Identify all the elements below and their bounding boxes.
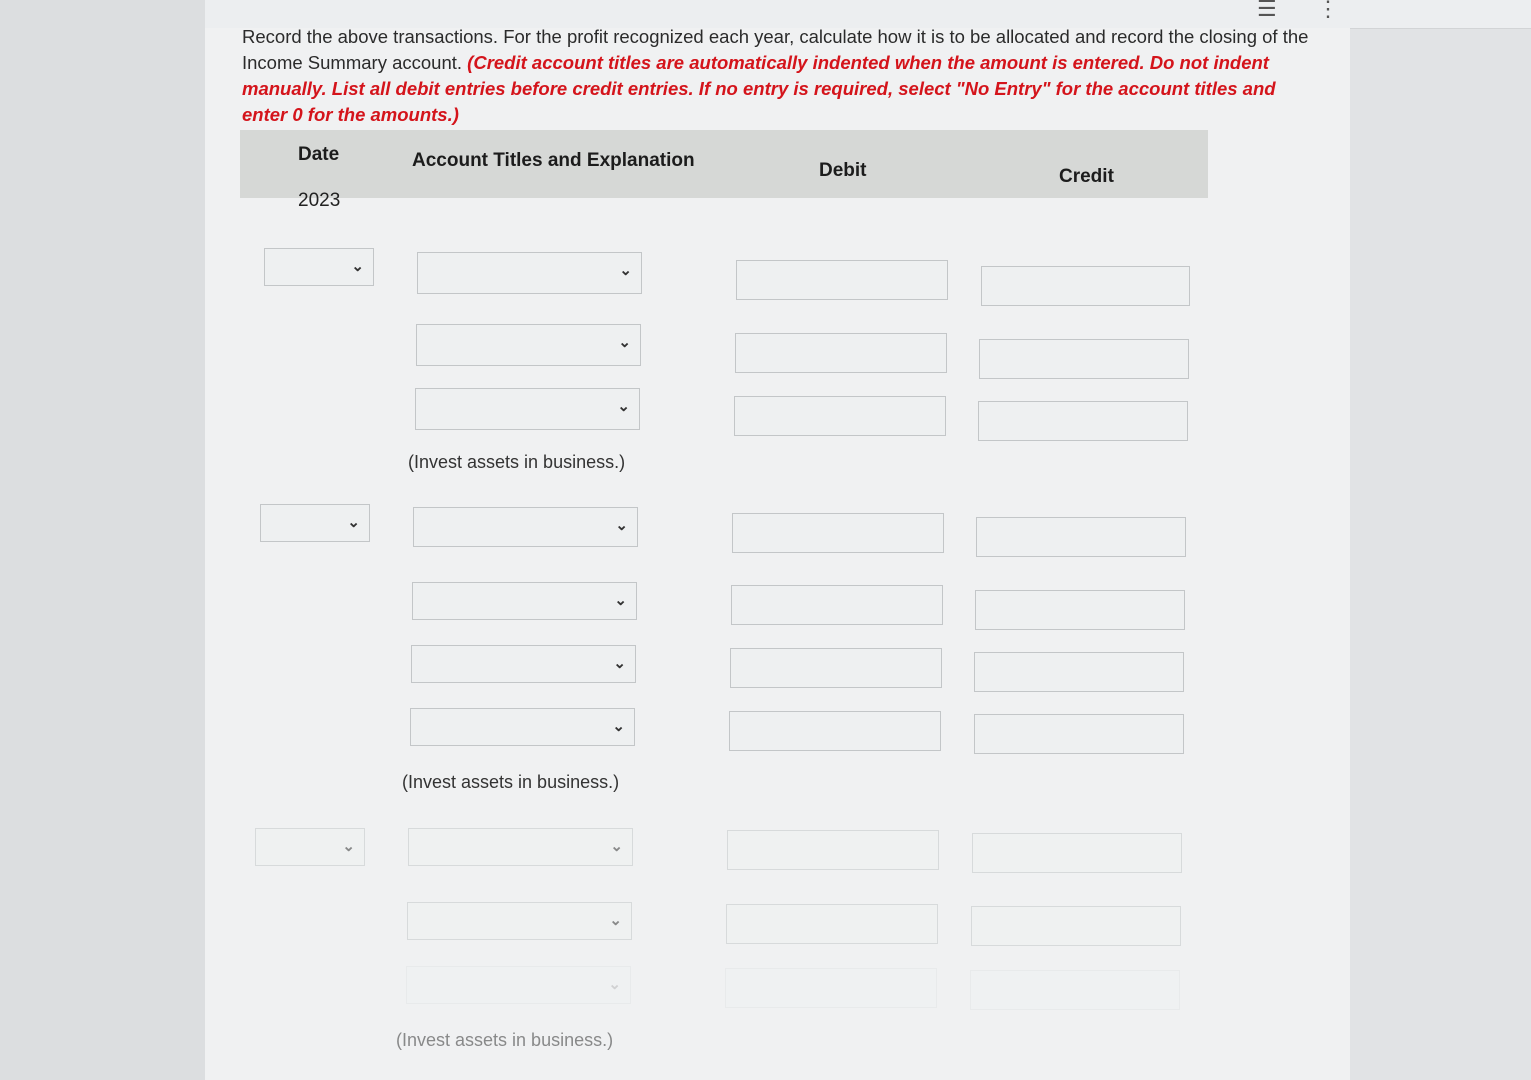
account-select[interactable]: ⌄ [415,388,640,430]
debit-input[interactable] [736,260,948,300]
chevron-down-icon: ⌄ [618,334,631,351]
more-vertical-icon[interactable]: ⋮ [1317,0,1339,22]
debit-input[interactable] [731,585,943,625]
right-margin [1350,0,1531,1080]
credit-input[interactable] [981,266,1190,306]
chevron-down-icon: ⌄ [612,718,625,735]
credit-input[interactable] [975,590,1185,630]
credit-input[interactable] [974,714,1184,754]
account-select[interactable]: ⌄ [417,252,642,294]
debit-input[interactable] [727,830,939,870]
question-instructions: Record the above transactions. For the p… [242,24,1317,128]
account-select[interactable]: ⌄ [412,582,637,620]
chevron-down-icon: ⌄ [347,514,360,531]
chevron-down-icon: ⌄ [617,398,630,415]
chevron-down-icon: ⌄ [608,976,621,993]
credit-input[interactable] [972,833,1182,873]
debit-input[interactable] [735,333,947,373]
account-select[interactable]: ⌄ [410,708,635,746]
account-select[interactable]: ⌄ [413,507,638,547]
account-select[interactable]: ⌄ [408,828,633,866]
chevron-down-icon: ⌄ [615,517,628,534]
journal-table-header: Date Account Titles and Explanation Debi… [240,130,1208,198]
credit-input[interactable] [974,652,1184,692]
chevron-down-icon: ⌄ [619,262,632,279]
debit-input[interactable] [729,711,941,751]
debit-input[interactable] [734,396,946,436]
account-select[interactable]: ⌄ [411,645,636,683]
header-account: Account Titles and Explanation [412,150,695,171]
date-select[interactable]: ⌄ [264,248,374,286]
header-debit: Debit [819,160,867,181]
entry-explanation: (Invest assets in business.) [396,1030,614,1050]
credit-input[interactable] [971,906,1181,946]
chevron-down-icon: ⌄ [610,838,623,855]
account-select[interactable]: ⌄ [416,324,641,366]
header-credit: Credit [1059,166,1114,187]
debit-input[interactable] [732,513,944,553]
credit-input[interactable] [976,517,1186,557]
credit-input[interactable] [978,401,1188,441]
account-select[interactable]: ⌄ [406,966,631,1004]
chevron-down-icon: ⌄ [613,655,626,672]
date-select[interactable]: ⌄ [255,828,365,866]
account-select[interactable]: ⌄ [407,902,632,940]
entry-explanation: (Invest assets in business.) [402,772,620,792]
header-date: Date [298,144,340,165]
chevron-down-icon: ⌄ [609,912,622,929]
debit-input[interactable] [725,968,937,1008]
debit-input[interactable] [730,648,942,688]
list-icon[interactable]: ☰ [1257,0,1277,22]
credit-input[interactable] [970,970,1180,1010]
chevron-down-icon: ⌄ [342,838,355,855]
credit-input[interactable] [979,339,1189,379]
chevron-down-icon: ⌄ [614,592,627,609]
date-select[interactable]: ⌄ [260,504,370,542]
left-margin [0,0,205,1080]
debit-input[interactable] [726,904,938,944]
entry-explanation: (Invest assets in business.) [408,452,626,472]
chevron-down-icon: ⌄ [351,258,364,275]
year-label: 2023 [298,190,341,211]
